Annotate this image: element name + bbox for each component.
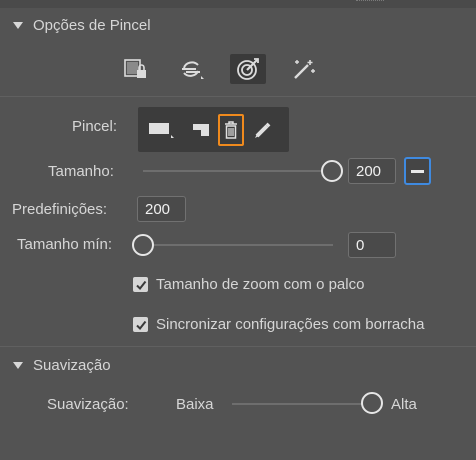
target-brush-icon[interactable]	[230, 54, 266, 84]
brush-options-title: Opções de Pincel	[33, 16, 151, 34]
sync-eraser-checkbox-label: Sincronizar configurações com borracha	[156, 316, 425, 333]
sync-eraser-checkbox[interactable]	[133, 317, 148, 332]
brush-toolbar	[138, 107, 289, 152]
min-size-slider-track[interactable]	[143, 244, 333, 246]
zoom-size-checkbox-row[interactable]: Tamanho de zoom com o palco	[133, 276, 364, 293]
smoothing-title: Suavização	[33, 356, 111, 374]
smoothing-slider-track[interactable]	[232, 403, 372, 405]
panel-grip[interactable]	[356, 0, 384, 3]
angled-brush-icon[interactable]	[188, 107, 214, 152]
presets-input[interactable]: 200	[137, 196, 186, 222]
lock-fill-icon[interactable]	[118, 54, 154, 84]
check-icon	[135, 280, 146, 290]
smoothing-high-label: Alta	[391, 396, 417, 413]
rectangle-brush-icon[interactable]	[144, 107, 180, 152]
trash-icon[interactable]	[218, 114, 244, 146]
magic-wand-icon[interactable]	[286, 54, 322, 84]
smoothing-header[interactable]: Suavização	[0, 350, 476, 380]
sync-eraser-checkbox-row[interactable]: Sincronizar configurações com borracha	[133, 316, 424, 333]
min-size-label: Tamanho mín:	[17, 236, 113, 253]
size-slider-track[interactable]	[143, 170, 333, 172]
section-divider	[0, 96, 476, 97]
smoothing-low-label: Baixa	[176, 396, 214, 413]
smoothing-label: Suavização:	[47, 396, 129, 413]
zoom-size-checkbox-label: Tamanho de zoom com o palco	[156, 276, 365, 293]
size-input[interactable]: 200	[348, 158, 396, 184]
smoothing-slider-knob[interactable]	[361, 392, 383, 414]
zoom-size-checkbox[interactable]	[133, 277, 148, 292]
min-size-input[interactable]: 0	[348, 232, 396, 258]
collapse-triangle-icon[interactable]	[13, 361, 23, 369]
size-minus-button[interactable]	[404, 157, 431, 185]
presets-label: Predefinições:	[12, 201, 108, 218]
pencil-icon[interactable]	[250, 107, 276, 152]
check-icon	[135, 320, 146, 330]
section-divider	[0, 346, 476, 347]
stroke-sync-icon[interactable]	[174, 54, 210, 84]
brush-mode-toolbar	[118, 54, 342, 84]
min-size-slider-knob[interactable]	[132, 234, 154, 256]
collapse-triangle-icon[interactable]	[13, 21, 23, 29]
brush-label: Pincel:	[72, 118, 118, 135]
panel-top-strip	[0, 0, 476, 8]
minus-icon	[411, 169, 424, 173]
size-slider-knob[interactable]	[321, 160, 343, 182]
brush-options-header[interactable]: Opções de Pincel	[0, 10, 476, 40]
size-label: Tamanho:	[48, 163, 114, 180]
